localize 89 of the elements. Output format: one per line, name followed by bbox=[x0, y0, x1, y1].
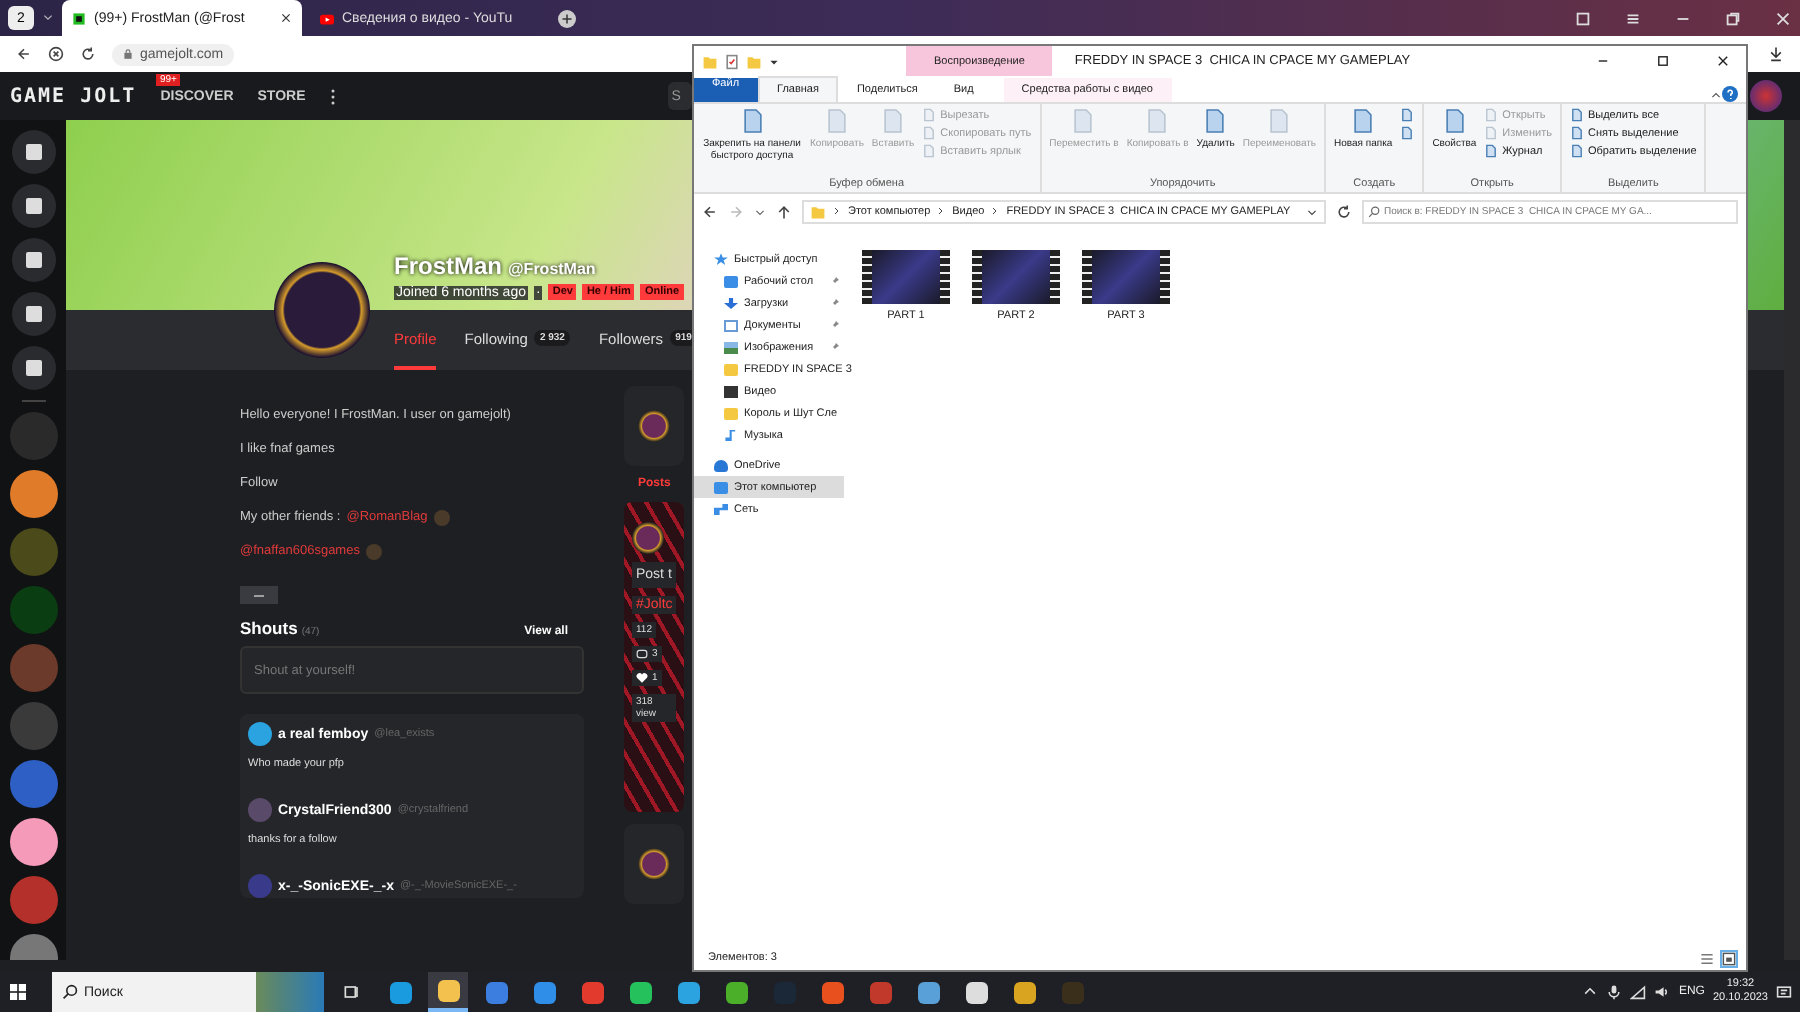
document-icon bbox=[1268, 108, 1291, 134]
tabs-icon[interactable] bbox=[1574, 9, 1592, 27]
document-icon[interactable] bbox=[1400, 126, 1415, 140]
chevron-up-icon[interactable] bbox=[1582, 984, 1599, 1000]
document-icon bbox=[724, 319, 738, 331]
checkmark-document-icon[interactable] bbox=[724, 53, 740, 69]
download-icon[interactable] bbox=[1768, 46, 1784, 62]
document-icon bbox=[1352, 108, 1375, 134]
comment-icon[interactable] bbox=[636, 648, 648, 660]
document-icon bbox=[825, 108, 848, 134]
avatar bbox=[248, 722, 272, 746]
site-logo[interactable]: GAME JOLT bbox=[10, 85, 137, 107]
document-icon bbox=[741, 108, 763, 134]
avatar bbox=[638, 848, 670, 880]
up-arrow-icon[interactable] bbox=[776, 203, 792, 219]
reload-icon[interactable] bbox=[80, 46, 96, 62]
close-icon[interactable] bbox=[1716, 54, 1730, 68]
film-icon bbox=[724, 385, 738, 397]
avatar bbox=[632, 522, 664, 554]
document-icon bbox=[1072, 108, 1095, 134]
document-icon bbox=[1443, 108, 1466, 134]
lock-icon bbox=[122, 48, 134, 60]
video-thumbnail bbox=[862, 250, 950, 304]
video-thumbnail bbox=[1082, 250, 1170, 304]
music-note-icon bbox=[724, 429, 738, 441]
collapse-button[interactable] bbox=[240, 586, 278, 604]
folder-icon bbox=[724, 363, 738, 375]
video-thumbnail bbox=[972, 250, 1060, 304]
search-icon bbox=[1368, 205, 1380, 217]
details-view-button[interactable] bbox=[1698, 949, 1716, 967]
sidebar-button[interactable] bbox=[11, 184, 55, 228]
chevron-down-icon[interactable] bbox=[754, 205, 766, 217]
sidebar-button[interactable] bbox=[11, 346, 55, 390]
folder-icon bbox=[724, 407, 738, 419]
avatar bbox=[248, 798, 272, 822]
stop-icon[interactable] bbox=[48, 46, 64, 62]
sidebar-button[interactable] bbox=[11, 238, 55, 282]
refresh-icon[interactable] bbox=[1336, 203, 1352, 219]
monitor-icon bbox=[724, 275, 738, 287]
avatar bbox=[365, 544, 382, 560]
folder-icon bbox=[810, 203, 826, 219]
profile-name: FrostMan bbox=[394, 252, 502, 280]
task-view-icon[interactable] bbox=[342, 982, 362, 1002]
picture-icon bbox=[724, 341, 738, 353]
favicon-icon bbox=[72, 11, 86, 25]
network-icon bbox=[714, 503, 728, 515]
chevron-down-icon[interactable] bbox=[1306, 205, 1318, 217]
windows-logo-icon[interactable] bbox=[8, 982, 28, 1002]
document-icon bbox=[1146, 108, 1169, 134]
grid-icon bbox=[1722, 951, 1736, 965]
microphone-icon[interactable] bbox=[1606, 984, 1623, 1000]
taskbar-app-button[interactable] bbox=[428, 972, 468, 1012]
scrollbar[interactable] bbox=[1784, 120, 1800, 960]
more-icon[interactable] bbox=[329, 87, 336, 105]
avatar[interactable] bbox=[9, 470, 57, 518]
plus-icon[interactable] bbox=[558, 9, 576, 27]
tiles-view-button[interactable] bbox=[1720, 949, 1738, 967]
avatar bbox=[248, 874, 272, 898]
document-icon bbox=[1204, 108, 1227, 134]
monitor-icon bbox=[714, 481, 728, 493]
arrow-down-icon bbox=[724, 297, 738, 309]
document-icon bbox=[882, 108, 905, 134]
restore-icon[interactable] bbox=[1724, 9, 1742, 27]
minimize-icon[interactable] bbox=[1596, 54, 1610, 68]
dropdown-arrow-icon[interactable] bbox=[768, 55, 780, 67]
minus-icon bbox=[254, 593, 264, 597]
back-icon[interactable] bbox=[16, 46, 32, 62]
photo-placeholder bbox=[256, 972, 324, 1012]
menu-icon[interactable] bbox=[1624, 9, 1642, 27]
notification-icon[interactable] bbox=[1776, 984, 1792, 1000]
maximize-icon[interactable] bbox=[1656, 54, 1670, 68]
avatar bbox=[638, 410, 670, 442]
sidebar-button[interactable] bbox=[11, 130, 55, 174]
heart-icon[interactable] bbox=[636, 672, 648, 684]
back-icon[interactable] bbox=[702, 203, 718, 219]
section-title: Shouts bbox=[240, 618, 298, 638]
chevron-down-icon[interactable] bbox=[42, 12, 54, 24]
avatar bbox=[433, 510, 450, 526]
play-icon bbox=[320, 11, 334, 25]
profile-handle: @FrostMan bbox=[508, 260, 596, 278]
avatar[interactable] bbox=[9, 818, 57, 866]
help-icon[interactable] bbox=[1722, 86, 1738, 102]
volume-icon[interactable] bbox=[1654, 984, 1671, 1000]
cloud-icon bbox=[714, 459, 728, 471]
network-icon[interactable] bbox=[1630, 984, 1647, 1000]
list-icon bbox=[1700, 951, 1714, 965]
sidebar-button[interactable] bbox=[11, 292, 55, 336]
search-icon bbox=[62, 984, 78, 1000]
close-icon[interactable] bbox=[280, 12, 292, 24]
